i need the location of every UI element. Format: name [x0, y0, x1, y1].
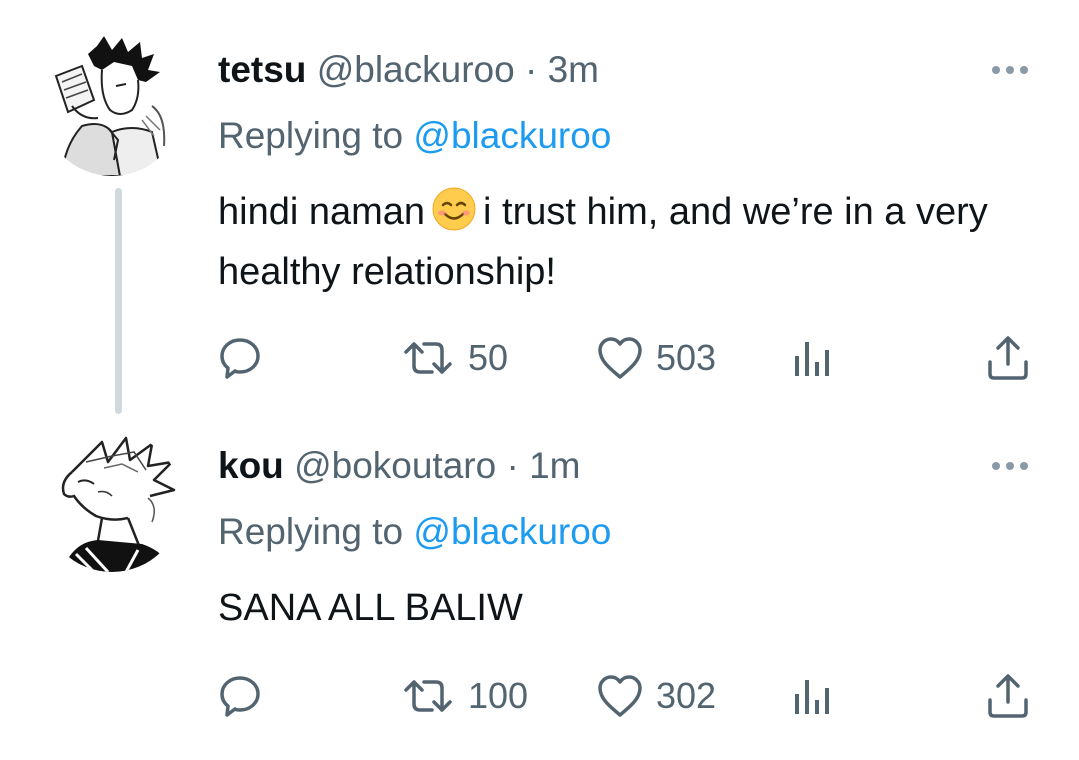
- display-name[interactable]: tetsu: [218, 49, 306, 90]
- analytics-icon: [795, 342, 829, 376]
- tweet-1[interactable]: tetsu @blackuroo · 3m Replying to @black…: [0, 0, 1079, 430]
- display-name[interactable]: kou: [218, 445, 284, 486]
- replying-label: Replying to: [218, 115, 404, 156]
- replying-to-line: Replying to @blackuroo: [218, 510, 611, 554]
- user-handle[interactable]: @bokoutaro: [294, 445, 496, 486]
- tweet-actions: 50 503: [0, 333, 1079, 383]
- tweet-header: tetsu @blackuroo · 3m: [218, 48, 599, 92]
- like-count: 302: [656, 675, 717, 716]
- separator-dot: ·: [506, 445, 519, 486]
- retweet-icon: [404, 342, 452, 374]
- separator-dot: ·: [524, 49, 538, 90]
- like-icon: [598, 337, 642, 379]
- more-options-icon[interactable]: [988, 456, 1032, 476]
- share-button[interactable]: [984, 333, 1032, 383]
- tweet-text: SANA ALL BALIW: [218, 587, 523, 629]
- retweet-button[interactable]: 100: [400, 671, 528, 721]
- analytics-button[interactable]: [790, 671, 834, 721]
- replying-mention-link[interactable]: @blackuroo: [413, 115, 611, 156]
- timestamp[interactable]: 1m: [529, 445, 580, 486]
- share-icon: [988, 336, 1028, 380]
- like-icon: [598, 675, 642, 717]
- tweet-2[interactable]: kou @bokoutaro · 1m Replying to @blackur…: [0, 430, 1079, 760]
- replying-mention-link[interactable]: @blackuroo: [413, 511, 611, 552]
- replying-label: Replying to: [218, 511, 404, 552]
- analytics-button[interactable]: [790, 333, 834, 383]
- reply-button[interactable]: [216, 333, 264, 383]
- like-count: 503: [656, 337, 717, 378]
- retweet-icon: [404, 680, 452, 712]
- reply-icon: [220, 338, 260, 379]
- share-button[interactable]: [984, 671, 1032, 721]
- more-options-icon[interactable]: [988, 60, 1032, 80]
- retweet-count: 100: [468, 675, 529, 716]
- retweet-count: 50: [468, 337, 509, 378]
- tweet-text: hindi naman i trust him, and we’re in a …: [218, 182, 1038, 302]
- analytics-icon: [795, 680, 829, 714]
- retweet-button[interactable]: 50: [400, 333, 508, 383]
- timestamp[interactable]: 3m: [548, 49, 599, 90]
- reply-icon: [220, 676, 260, 717]
- tweet-actions: 100 302: [0, 671, 1079, 721]
- like-button[interactable]: 302: [596, 671, 716, 721]
- avatar-tetsu[interactable]: [42, 36, 182, 176]
- replying-to-line: Replying to @blackuroo: [218, 114, 611, 158]
- smiling-face-emoji-icon: [432, 187, 476, 231]
- tweet-header: kou @bokoutaro · 1m: [218, 444, 581, 488]
- avatar-kou[interactable]: [42, 432, 182, 572]
- like-button[interactable]: 503: [596, 333, 716, 383]
- tweet-text-part-1: hindi naman: [218, 191, 426, 233]
- user-handle[interactable]: @blackuroo: [317, 49, 515, 90]
- reply-button[interactable]: [216, 671, 264, 721]
- share-icon: [988, 674, 1028, 718]
